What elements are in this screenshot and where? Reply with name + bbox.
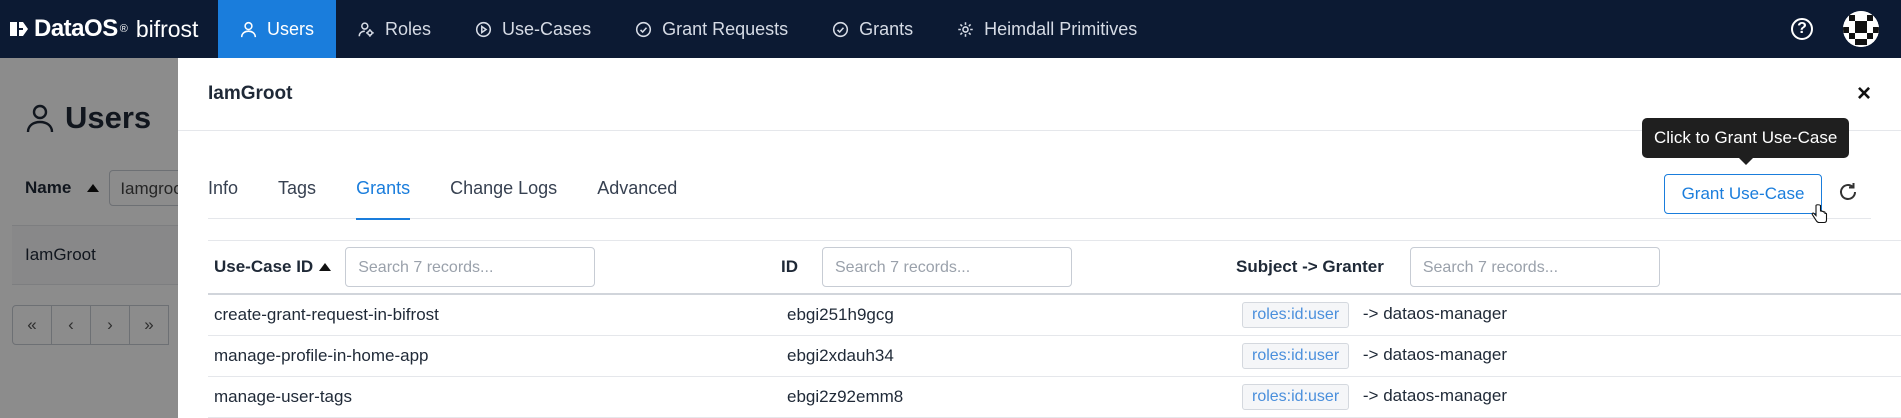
help-icon[interactable]: ? (1791, 18, 1813, 40)
id-header[interactable]: ID (781, 257, 798, 277)
drawer-title: IamGroot (208, 83, 293, 104)
granter-text: -> dataos-manager (1362, 345, 1508, 364)
check-circle-icon (833, 21, 849, 37)
tab-tags[interactable]: Tags (278, 166, 316, 218)
grants-table: Use-Case ID Search 7 records... ID Searc… (208, 240, 1901, 418)
header-actions: ? (1791, 0, 1901, 58)
nav-grant-requests[interactable]: Grant Requests (613, 0, 810, 58)
subject-tag[interactable]: roles:id:user (1242, 302, 1350, 328)
id-column: ID Search 7 records... (781, 247, 1236, 287)
main-nav: Users Roles Use-Cases Grant Requests Gra… (218, 0, 1159, 58)
drawer-tabs: Info Tags Grants Change Logs Advanced (208, 166, 1871, 220)
dataos-logo-icon (10, 22, 28, 36)
sort-asc-icon (319, 263, 332, 271)
subject-granter-search-input[interactable]: Search 7 records... (1409, 247, 1660, 287)
brand-app-name: bifrost (135, 15, 199, 42)
tab-grants[interactable]: Grants (356, 166, 411, 220)
brand-registered: ® (119, 23, 128, 35)
nav-grants[interactable]: Grants (810, 0, 935, 58)
user-detail-drawer: IamGroot × Info Tags Grants Change Logs … (178, 58, 1901, 418)
nav-heimdall-primitives[interactable]: Heimdall Primitives (935, 0, 1159, 58)
id-cell: ebgi2xdauh34 (787, 346, 894, 365)
subject-granter-header[interactable]: Subject -> Granter (1236, 257, 1384, 277)
nav-use-cases[interactable]: Use-Cases (453, 0, 613, 58)
refresh-icon[interactable] (1836, 180, 1860, 204)
subject-tag[interactable]: roles:id:user (1242, 343, 1350, 369)
subject-granter-cell: roles:id:user -> dataos-manager (1242, 302, 1901, 328)
grant-tooltip: Click to Grant Use-Case (1642, 118, 1850, 165)
avatar-pattern-icon (1843, 11, 1879, 47)
nav-roles-label: Roles (385, 18, 432, 39)
user-icon (240, 21, 257, 37)
use-case-id-column: Use-Case ID Search 7 records... (208, 247, 781, 287)
tab-info[interactable]: Info (208, 166, 238, 218)
nav-roles[interactable]: Roles (336, 0, 453, 58)
use-case-id-header[interactable]: Use-Case ID (214, 257, 313, 277)
granter-text: -> dataos-manager (1362, 304, 1508, 323)
nav-users[interactable]: Users (218, 0, 337, 58)
subject-granter-cell: roles:id:user -> dataos-manager (1242, 384, 1901, 410)
id-search-input[interactable]: Search 7 records... (822, 247, 1072, 287)
nav-users-label: Users (267, 18, 315, 39)
table-row[interactable]: manage-profile-in-home-app ebgi2xdauh34 … (208, 336, 1901, 377)
use-case-id-cell: manage-profile-in-home-app (214, 346, 429, 365)
brand-logo[interactable]: DataOS ® bifrost (0, 0, 218, 58)
use-case-id-search-input[interactable]: Search 7 records... (345, 247, 596, 287)
tab-advanced[interactable]: Advanced (597, 166, 677, 218)
roles-icon (358, 21, 374, 37)
grant-use-case-button[interactable]: Grant Use-Case (1664, 174, 1822, 214)
mouse-pointer-icon (1811, 204, 1828, 224)
nav-grants-label: Grants (859, 18, 914, 39)
granter-text: -> dataos-manager (1362, 386, 1508, 405)
table-row[interactable]: manage-user-tags ebgi2z92emm8 roles:id:u… (208, 377, 1901, 418)
tab-change-logs[interactable]: Change Logs (450, 166, 557, 218)
subject-granter-column: Subject -> Granter Search 7 records... (1236, 247, 1901, 287)
use-case-id-cell: create-grant-request-in-bifrost (214, 305, 439, 324)
subject-granter-cell: roles:id:user -> dataos-manager (1242, 343, 1901, 369)
table-header: Use-Case ID Search 7 records... ID Searc… (208, 240, 1901, 295)
subject-tag[interactable]: roles:id:user (1242, 384, 1350, 410)
id-cell: ebgi2z92emm8 (787, 387, 904, 406)
nav-grant-requests-label: Grant Requests (662, 18, 789, 39)
nav-use-cases-label: Use-Cases (502, 18, 592, 39)
nav-heimdall-primitives-label: Heimdall Primitives (984, 18, 1138, 39)
table-row[interactable]: create-grant-request-in-bifrost ebgi251h… (208, 295, 1901, 336)
avatar[interactable] (1843, 11, 1879, 47)
check-circle-icon (636, 21, 652, 37)
gear-icon (958, 21, 973, 37)
brand-name: DataOS (34, 15, 118, 42)
close-icon[interactable]: × (1857, 80, 1871, 108)
id-cell: ebgi251h9gcg (787, 305, 894, 324)
play-circle-icon (475, 21, 492, 37)
top-navbar: DataOS ® bifrost Users Roles Use-Cases G… (0, 0, 1901, 58)
use-case-id-cell: manage-user-tags (214, 387, 352, 406)
